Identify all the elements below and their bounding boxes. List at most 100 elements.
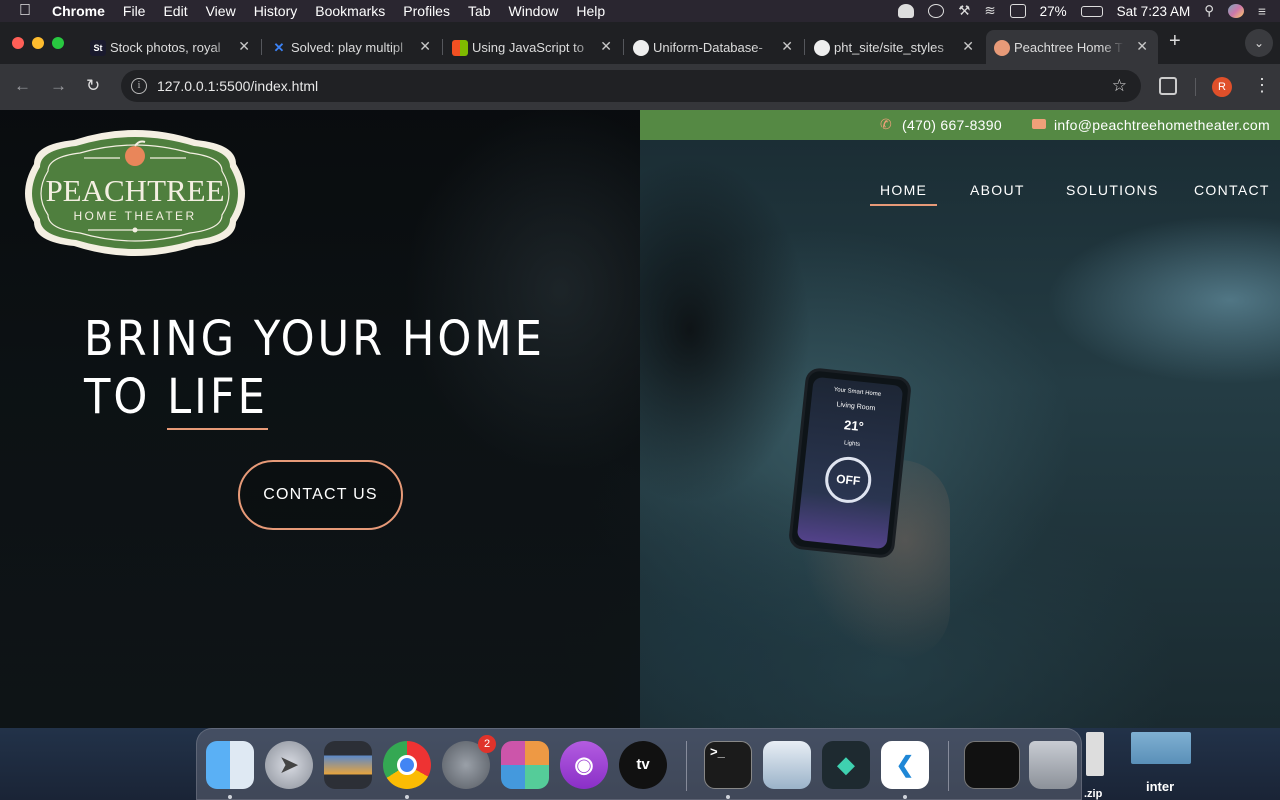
github-favicon-icon [814,40,830,56]
menu-history[interactable]: History [245,3,307,19]
new-tab-plus-icon[interactable]: + [1169,30,1181,53]
hero-highlight-word: LIFE [167,369,268,430]
tab-stock-photos[interactable]: St Stock photos, royal ✕ [82,30,260,64]
extensions-puzzle-icon[interactable] [1159,77,1177,95]
menu-view[interactable]: View [197,3,245,19]
pixelmator-brush-icon[interactable] [501,741,549,789]
tab-title: Peachtree Home Th [1014,39,1124,55]
peach-favicon-icon [994,40,1010,56]
browser-toolbar: ← → ↻ i 127.0.0.1:5500/index.html ☆ R ⋮ [0,64,1280,110]
tab-pht-site-styles[interactable]: pht_site/site_styles ✕ [806,30,984,64]
topbar-email[interactable]: info@peachtreehometheater.com [1054,117,1270,133]
close-tab-icon[interactable]: ✕ [600,38,612,55]
minimize-window-icon[interactable] [32,37,44,49]
tab-separator [261,39,262,55]
tab-search-chevron-icon[interactable]: ⌄ [1245,29,1273,57]
zoom-window-icon[interactable] [52,37,64,49]
hero-line-1: BRING YOUR HOME [84,311,545,367]
chrome-menu-icon[interactable]: ⋮ [1253,75,1271,96]
address-bar[interactable]: i 127.0.0.1:5500/index.html ☆ [121,70,1141,102]
close-tab-icon[interactable]: ✕ [1136,38,1148,55]
zip-file-label[interactable]: .zip [1084,788,1102,800]
toolbar-separator [1195,78,1196,96]
close-tab-icon[interactable]: ✕ [781,38,793,55]
profile-avatar[interactable]: R [1212,77,1232,97]
stock-favicon-icon: St [90,40,106,56]
preview-images-icon[interactable] [763,741,811,789]
chrome-tab-strip: St Stock photos, royal ✕ ✕ Solved: play … [0,22,1280,64]
address-url[interactable]: 127.0.0.1:5500/index.html [157,78,318,94]
close-tab-icon[interactable]: ✕ [962,38,974,55]
battery-icon[interactable] [1080,5,1103,17]
nav-solutions[interactable]: SOLUTIONS [1066,182,1159,198]
hero-line-2: TO LIFE [84,368,545,430]
control-center-icon[interactable]: ≡ [1258,4,1266,19]
creative-cloud-icon[interactable] [928,4,945,18]
zip-file-icon[interactable] [1086,732,1104,776]
trash-icon[interactable] [1029,741,1077,789]
activity-monitor-icon[interactable] [964,741,1020,789]
siri-icon[interactable] [1228,4,1245,18]
nav-about[interactable]: ABOUT [970,182,1025,198]
close-tab-icon[interactable]: ✕ [419,38,431,55]
tab-uniform-database[interactable]: Uniform-Database- ✕ [625,30,803,64]
reload-icon[interactable]: ↻ [86,76,100,96]
close-window-icon[interactable] [12,37,24,49]
podcasts-icon[interactable]: ◉ [560,741,608,789]
extension-status-icon[interactable] [898,4,915,18]
menu-help[interactable]: Help [567,3,614,19]
menu-profiles[interactable]: Profiles [394,3,459,19]
launchpad-rocket-icon[interactable]: ➤ [265,741,313,789]
tab-title: Stock photos, royal [110,39,221,55]
menu-bookmarks[interactable]: Bookmarks [306,3,394,19]
preview-icon[interactable] [324,741,372,789]
logo-line1: PEACHTREE [45,173,224,208]
github-favicon-icon [633,40,649,56]
tab-solved-play-multiple[interactable]: ✕ Solved: play multipl ✕ [263,30,441,64]
apple-menu-icon[interactable]:  [0,2,36,20]
filmora-icon[interactable]: ◆ [822,741,870,789]
clock[interactable]: Sat 7:23 AM [1117,4,1191,19]
menu-tab[interactable]: Tab [459,3,500,19]
back-arrow-icon[interactable]: ← [14,76,31,96]
solved-favicon-icon: ✕ [273,40,285,55]
website-viewport: ✆ (470) 667-8390 info@peachtreehometheat… [0,110,1280,728]
logo-line2: HOME THEATER [73,209,196,223]
wifi-icon[interactable]: ≋ [984,3,995,19]
tools-icon[interactable]: ⚒ [958,3,970,19]
vscode-icon[interactable]: ❮ [881,741,929,789]
apple-tv-icon[interactable]: tv [619,741,667,789]
inter-folder-label[interactable]: inter [1146,779,1174,794]
bookmark-star-icon[interactable]: ☆ [1112,70,1127,102]
finder-icon[interactable] [206,741,254,789]
close-tab-icon[interactable]: ✕ [238,38,250,55]
nav-home[interactable]: HOME [869,182,938,206]
menu-window[interactable]: Window [500,3,568,19]
phone-screen-temp: 21° [843,417,865,435]
menu-file[interactable]: File [114,3,155,19]
system-preferences-gear-icon[interactable]: 2 [442,735,496,789]
spotlight-search-icon[interactable]: ⚲ [1204,3,1214,19]
terminal-icon[interactable]: >_ [704,741,752,789]
tab-peachtree-home-theater[interactable]: Peachtree Home Th ✕ [986,30,1158,64]
forward-arrow-icon[interactable]: → [50,76,67,96]
contact-top-bar: ✆ (470) 667-8390 info@peachtreehometheat… [640,110,1280,140]
tab-separator [442,39,443,55]
chrome-icon[interactable] [383,741,431,789]
contact-us-button[interactable]: CONTACT US [238,460,403,530]
site-info-icon[interactable]: i [131,78,147,94]
smartphone-image: Your Smart Home Living Room 21° Lights O… [787,366,913,560]
mail-icon [1032,119,1046,129]
running-indicator [228,795,232,799]
mac-dock: ➤ 2 ◉ tv >_ ◆ ❮ [196,728,1082,800]
tab-using-javascript[interactable]: Using JavaScript to ✕ [444,30,622,64]
menu-edit[interactable]: Edit [154,3,196,19]
topbar-phone[interactable]: (470) 667-8390 [902,117,1002,133]
menu-app-name[interactable]: Chrome [36,3,114,19]
hero-heading: BRING YOUR HOME TO LIFE [84,310,545,430]
peachtree-logo[interactable]: PEACHTREE HOME THEATER [14,124,256,262]
airplay-icon[interactable] [1009,4,1026,18]
inter-folder-icon[interactable] [1131,732,1191,764]
nav-contact[interactable]: CONTACT [1194,182,1270,198]
phone-screen-room: Living Room [836,401,876,413]
